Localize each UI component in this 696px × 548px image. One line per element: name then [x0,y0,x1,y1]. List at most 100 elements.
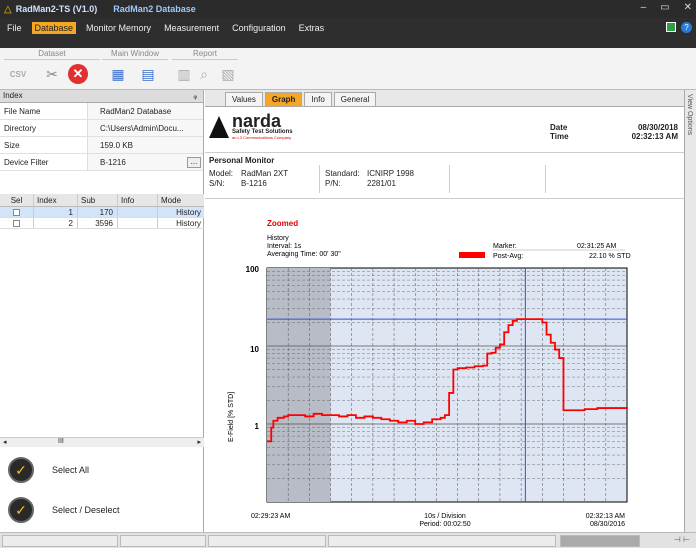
property-value: 159.0 KB [88,137,203,153]
y-tick-label: 10 [250,345,259,354]
legend-label: Post-Avg: [493,253,523,260]
status-cell [2,535,118,547]
scroll-thumb-grip[interactable]: III [58,438,64,445]
csv-label: CSV [9,69,27,79]
cell-info [118,218,158,228]
horizontal-scrollbar[interactable]: ◂ III ▸ [0,437,204,447]
averaging-label: Averaging Time: 00' 30" [267,251,341,258]
tab-info[interactable]: Info [304,92,332,106]
menu-extras[interactable]: Extras [296,22,328,34]
sn-label: S/N: [209,179,225,188]
close-button[interactable]: ✕ [684,2,692,13]
app-title: RadMan2-TS (V1.0) [15,4,98,14]
row-checkbox[interactable] [13,220,20,228]
csv-export-button[interactable]: CSV [6,62,30,86]
view-options-tab[interactable]: View Options [684,90,696,532]
property-row: File Name RadMan2 Database [0,103,203,120]
status-cell [208,535,326,547]
x-period-label: Period: 00:02:50 [419,521,470,528]
table-header: Sel Index Sub Info Mode [0,194,204,207]
pn-value: 2281/01 [367,179,396,188]
logo-triangle-icon [209,115,229,138]
checkmark-icon: ✓ [8,497,34,523]
y-axis-label: E-Field [% STD] [228,392,235,442]
personal-monitor-section: Personal Monitor Model: RadMan 2XT S/N: … [205,153,684,199]
property-key: Directory [0,120,88,136]
col-mode[interactable]: Mode [158,194,204,206]
ribbon-group-report: Report ▥ ⌕ ▧ [172,48,238,90]
select-all-button[interactable]: ✓ Select All [8,452,198,488]
tab-general[interactable]: General [333,92,377,106]
col-sub[interactable]: Sub [78,194,118,206]
table-row[interactable]: 2 3596 History [0,218,204,229]
col-sel[interactable]: Sel [0,194,34,206]
open-values-icon[interactable]: ▤ [136,62,160,86]
property-key: Size [0,137,88,153]
delete-button[interactable]: ✕ [66,62,90,86]
layout-toggle-icon[interactable] [666,22,676,32]
menu-database[interactable]: Database [31,22,77,34]
narda-logo: narda Safety Test Solutions an L3 Commun… [209,111,293,140]
model-value: RadMan 2XT [241,169,289,178]
index-panel: Index ᵩ File Name RadMan2 Database Direc… [0,90,204,532]
pn-label: P/N: [325,179,341,188]
date-value: 08/30/2018 [637,123,678,132]
maximize-button[interactable]: ▭ [660,2,669,13]
ribbon-group-main-window: Main Window ▦ ▤ [102,48,168,90]
menu-measurement[interactable]: Measurement [161,22,222,34]
legend-swatch [459,252,485,258]
cell-mode: History [176,208,201,217]
select-all-label: Select All [52,465,90,475]
property-row: Directory C:\Users\Admin\Docu... [0,120,203,137]
open-graph-icon[interactable]: ▦ [106,62,130,86]
tab-graph[interactable]: Graph [264,92,303,106]
property-row: Size 159.0 KB [0,137,203,154]
cell-sub: 170 [78,207,118,217]
y-tick-label: 1 [255,422,260,431]
zoomed-label: Zoomed [267,219,298,228]
marker-label: Marker: [493,243,517,250]
report-header: narda Safety Test Solutions an L3 Commun… [205,107,684,153]
status-bar: ⊣ ⊢ [0,532,696,548]
logo-company: an L3 Communications Company [232,135,292,140]
menu-monitor-memory[interactable]: Monitor Memory [83,22,154,34]
device-filter-field[interactable]: B-1216 ... [88,154,203,170]
tab-values[interactable]: Values [225,92,263,106]
panel-layout-icon[interactable]: ⊣ ⊢ [674,535,690,544]
menu-configuration[interactable]: Configuration [229,22,289,34]
y-tick-label: 100 [246,265,260,274]
menu-file[interactable]: File [4,22,25,34]
report-export-icon[interactable]: ▧ [216,62,240,86]
delete-icon: ✕ [68,64,88,84]
x-end-time-label: 02:32:13 AM [586,513,625,520]
ribbon-group-label: Report [172,49,238,60]
view-options-label: View Options [686,94,693,136]
cell-index: 1 [34,207,78,217]
report-preview-icon[interactable]: ⌕ [192,62,216,86]
status-cell [120,535,206,547]
panel-title: Index [3,91,23,100]
pin-icon[interactable]: ᵩ [193,90,197,102]
status-cell [328,535,556,547]
device-filter-browse-button[interactable]: ... [187,157,201,168]
select-deselect-button[interactable]: ✓ Select / Deselect [8,492,198,528]
sn-value: B-1216 [241,179,267,188]
logo-name: narda [232,111,282,131]
app-subtitle: RadMan2 Database [113,4,196,14]
help-icon[interactable]: ? [681,22,692,33]
legend-value: 22.10 % STD [589,253,631,260]
col-index[interactable]: Index [34,194,78,206]
row-checkbox[interactable] [13,209,20,217]
property-key: File Name [0,103,88,119]
minimize-button[interactable]: – [641,2,647,13]
ribbon-group-label: Main Window [102,49,168,60]
mode-label: History [267,235,289,242]
select-deselect-label: Select / Deselect [52,505,120,515]
col-info[interactable]: Info [118,194,158,206]
history-chart[interactable]: Zoomed History Interval: 1s Averaging Ti… [205,212,684,532]
table-row[interactable]: 1 170 History [0,207,204,218]
device-filter-value: B-1216 [100,158,126,167]
scroll-right-icon[interactable]: ▸ [197,438,201,446]
scroll-left-icon[interactable]: ◂ [3,438,7,446]
tools-icon[interactable]: ✂ [40,62,64,86]
